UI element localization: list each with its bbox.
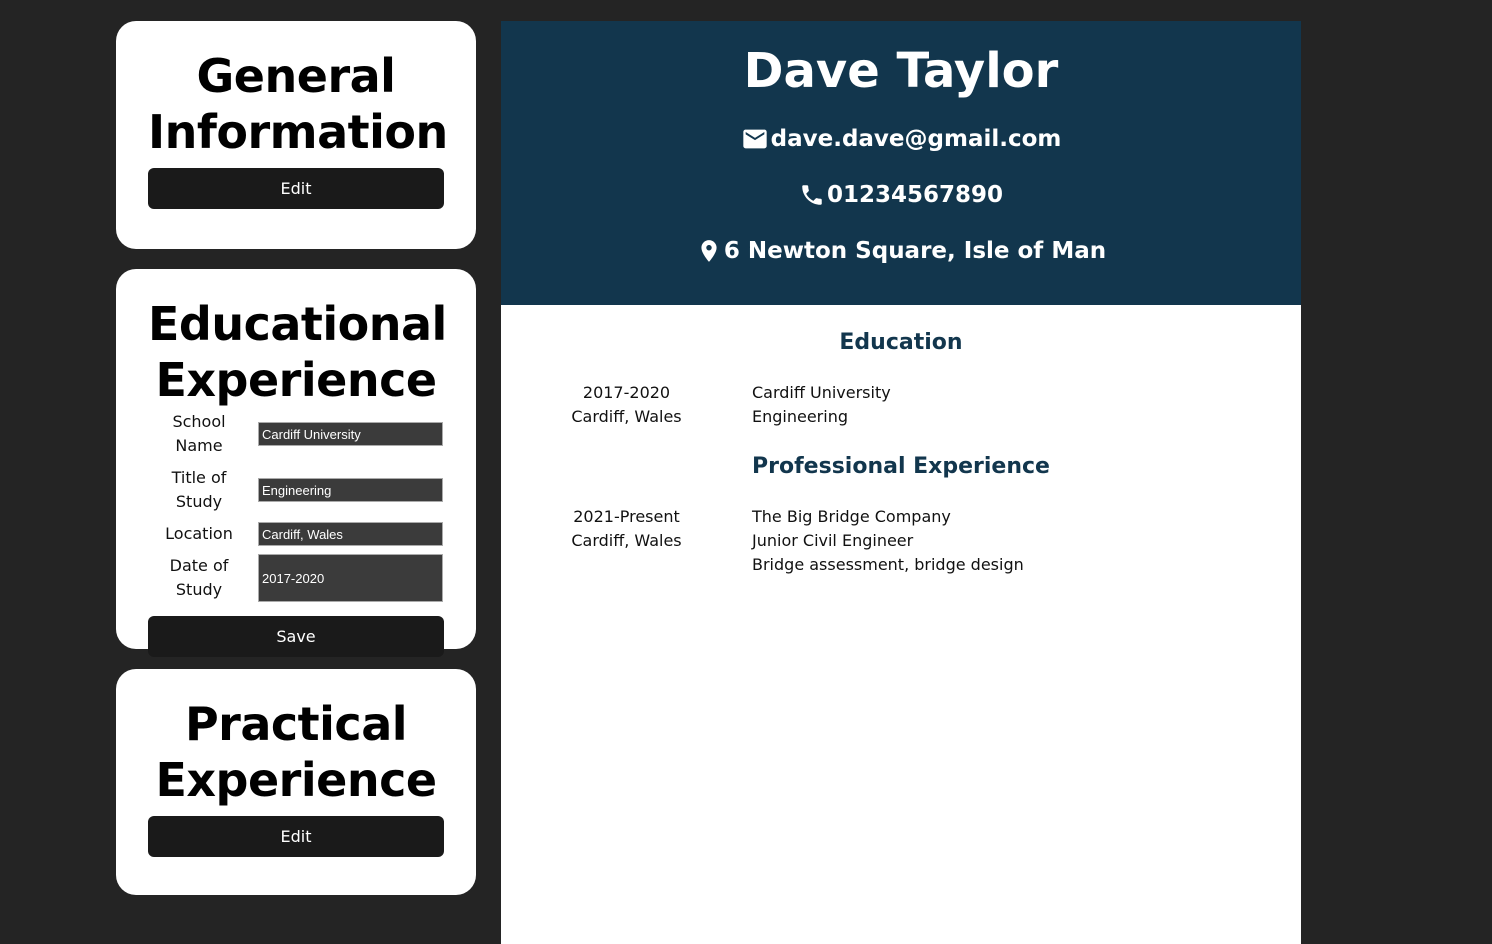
- resume-header: Dave Taylor dave.dave@gmail.com 01234567…: [501, 21, 1301, 305]
- professional-location: Cardiff, Wales: [571, 531, 682, 550]
- education-entry: 2017-2020 Cardiff, Wales Cardiff Univers…: [501, 381, 1301, 429]
- general-heading-line1: General: [196, 49, 396, 103]
- professional-entry-details: The Big Bridge Company Junior Civil Engi…: [752, 505, 1024, 577]
- professional-responsibilities: Bridge assessment, bridge design: [752, 555, 1024, 574]
- title-of-study-label: Title of Study: [171, 468, 227, 511]
- professional-entry: 2021-Present Cardiff, Wales The Big Brid…: [501, 505, 1301, 577]
- practical-heading-line2: Experience: [155, 753, 437, 807]
- education-study: Engineering: [752, 407, 848, 426]
- education-save-button[interactable]: Save: [148, 616, 444, 657]
- date-of-study-row: Date of Study: [148, 554, 444, 602]
- sidebar: General Information Edit Educational Exp…: [116, 21, 476, 915]
- education-section-title: Education: [839, 330, 963, 355]
- title-of-study-row: Title of Study: [148, 466, 444, 514]
- date-label-line1: Date of: [169, 556, 229, 575]
- professional-company: The Big Bridge Company: [752, 507, 951, 526]
- education-entry-meta: 2017-2020 Cardiff, Wales: [501, 381, 752, 429]
- resume-name: Dave Taylor: [743, 43, 1059, 99]
- general-edit-button[interactable]: Edit: [148, 168, 444, 209]
- phone-icon: [802, 185, 822, 205]
- school-name-label: School Name: [172, 412, 226, 455]
- education-entry-details: Cardiff University Engineering: [752, 381, 891, 429]
- phone-text: 01234567890: [826, 182, 1004, 208]
- date-label-line2: Study: [175, 580, 223, 599]
- education-school: Cardiff University: [752, 383, 891, 402]
- email-text: dave.dave@gmail.com: [770, 126, 1062, 152]
- mail-icon: [742, 129, 767, 149]
- date-of-study-label: Date of Study: [148, 554, 258, 602]
- education-location: Cardiff, Wales: [571, 407, 682, 426]
- contact-email: dave.dave@gmail.com: [501, 123, 1301, 155]
- address-text: 6 Newton Square, Isle of Man: [723, 238, 1107, 264]
- contact-address: 6 Newton Square, Isle of Man: [501, 235, 1301, 267]
- school-name-row: School Name: [148, 410, 444, 458]
- general-heading-line2: Information: [148, 105, 448, 159]
- educational-experience-heading: Educational Experience: [148, 296, 447, 408]
- location-row: Location: [148, 522, 444, 546]
- school-name-input[interactable]: [258, 422, 443, 446]
- title-of-study-input[interactable]: [258, 478, 443, 502]
- resume-preview: Dave Taylor dave.dave@gmail.com 01234567…: [501, 21, 1301, 944]
- general-information-heading: General Information: [148, 48, 448, 160]
- professional-dates: 2021-Present: [573, 507, 680, 526]
- practical-experience-card: Practical Experience Edit: [116, 669, 476, 895]
- date-of-study-input[interactable]: [258, 554, 443, 602]
- professional-entry-meta: 2021-Present Cardiff, Wales: [501, 505, 752, 577]
- practical-edit-button[interactable]: Edit: [148, 816, 444, 857]
- general-information-card: General Information Edit: [116, 21, 476, 249]
- educational-experience-card: Educational Experience School Name Title…: [116, 269, 476, 657]
- edu-heading-line1: Educational: [148, 297, 447, 351]
- education-section: Education 2017-2020 Cardiff, Wales Cardi…: [501, 305, 1301, 429]
- contact-phone: 01234567890: [501, 179, 1301, 211]
- professional-position: Junior Civil Engineer: [752, 531, 914, 550]
- professional-section: Professional Experience 2021-Present Car…: [501, 429, 1301, 577]
- location-label: Location: [165, 524, 233, 543]
- professional-section-title: Professional Experience: [752, 454, 1050, 479]
- practical-experience-heading: Practical Experience: [148, 696, 444, 808]
- education-dates: 2017-2020: [582, 383, 671, 402]
- location-pin-icon: [701, 240, 717, 262]
- location-input[interactable]: [258, 522, 443, 546]
- practical-heading-line1: Practical: [184, 697, 408, 751]
- edu-heading-line2: Experience: [155, 353, 437, 407]
